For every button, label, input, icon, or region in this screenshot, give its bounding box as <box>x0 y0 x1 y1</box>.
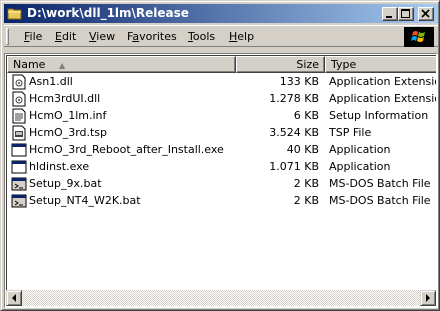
file-name: Setup_NT4_W2K.bat <box>29 194 141 207</box>
scroll-right-button[interactable] <box>420 290 436 306</box>
list-item[interactable]: Hcm3rdUI.dll 1.278 KB Application Extens… <box>7 90 436 107</box>
list-item[interactable]: Setup_9x.bat 2 KB MS-DOS Batch File <box>7 175 436 192</box>
inf-file-icon <box>12 108 26 124</box>
file-name: HcmO_1lm.inf <box>29 109 107 122</box>
tsp-file-icon <box>12 125 26 141</box>
list-item[interactable]: HcmO_1lm.inf 6 KB Setup Information <box>7 107 436 124</box>
file-size: 2 KB <box>293 177 319 190</box>
menu-bar: File Edit View Favorites Tools Help <box>4 25 438 47</box>
menu-edit[interactable]: Edit <box>55 30 76 43</box>
sort-ascending-icon: ▲ <box>58 61 66 70</box>
file-name: Asn1.dll <box>29 75 73 88</box>
list-item[interactable]: HcmO_3rd_Reboot_after_Install.exe 40 KB … <box>7 141 436 158</box>
menu-view[interactable]: View <box>89 30 115 43</box>
file-type: Application Extension <box>329 75 436 88</box>
window-title: D:\work\dll_1lm\Release <box>27 6 189 20</box>
dll-file-icon <box>12 74 26 90</box>
column-header: Name ▲ Size Type <box>7 56 436 73</box>
maximize-button[interactable] <box>398 7 414 21</box>
list-item[interactable]: Asn1.dll 133 KB Application Extension <box>7 73 436 90</box>
column-header-type[interactable]: Type <box>325 56 436 73</box>
file-name: HcmO_3rd_Reboot_after_Install.exe <box>29 143 224 156</box>
windows-logo-icon <box>404 27 434 47</box>
file-type: MS-DOS Batch File <box>329 177 431 190</box>
file-type: Application <box>329 143 391 156</box>
menu-favorites[interactable]: Favorites <box>127 30 177 43</box>
column-header-size[interactable]: Size <box>236 56 325 73</box>
title-bar[interactable]: D:\work\dll_1lm\Release <box>4 4 438 23</box>
exe-application-icon <box>11 160 27 174</box>
file-size: 1.278 KB <box>269 92 319 105</box>
exe-application-icon <box>11 143 27 157</box>
file-type: TSP File <box>329 126 372 139</box>
list-item[interactable]: hldinst.exe 1.071 KB Application <box>7 158 436 175</box>
column-header-name[interactable]: Name ▲ <box>7 56 236 73</box>
menu-file[interactable]: File <box>24 30 42 43</box>
file-size: 2 KB <box>293 194 319 207</box>
arrow-left-icon <box>12 294 16 302</box>
file-list-view[interactable]: Name ▲ Size Type Asn1.dll 133 KB Applica… <box>4 53 438 308</box>
file-size: 3.524 KB <box>269 126 319 139</box>
dll-file-icon <box>12 91 26 107</box>
file-type: MS-DOS Batch File <box>329 194 431 207</box>
list-item[interactable]: HcmO_3rd.tsp 3.524 KB TSP File <box>7 124 436 141</box>
file-size: 1.071 KB <box>269 160 319 173</box>
file-name: Hcm3rdUI.dll <box>29 92 101 105</box>
toolbar-grip[interactable] <box>6 28 9 45</box>
batch-file-icon <box>11 177 27 191</box>
minimize-button[interactable] <box>382 7 398 21</box>
close-icon <box>421 9 430 18</box>
maximize-icon <box>401 9 410 18</box>
file-name: Setup_9x.bat <box>29 177 102 190</box>
scrollbar-track[interactable] <box>22 290 420 306</box>
file-size: 133 KB <box>279 75 319 88</box>
file-type: Application Extension <box>329 92 436 105</box>
minimize-icon <box>386 16 392 18</box>
batch-file-icon <box>11 194 27 208</box>
scroll-left-button[interactable] <box>6 290 22 306</box>
file-size: 6 KB <box>293 109 319 122</box>
file-type: Setup Information <box>329 109 429 122</box>
list-item[interactable]: Setup_NT4_W2K.bat 2 KB MS-DOS Batch File <box>7 192 436 209</box>
close-button[interactable] <box>418 7 434 21</box>
file-type: Application <box>329 160 391 173</box>
menu-tools[interactable]: Tools <box>188 30 215 43</box>
arrow-right-icon <box>426 294 430 302</box>
file-size: 40 KB <box>286 143 319 156</box>
horizontal-scrollbar[interactable] <box>6 290 436 306</box>
file-name: HcmO_3rd.tsp <box>29 126 108 139</box>
menu-help[interactable]: Help <box>229 30 254 43</box>
explorer-window: D:\work\dll_1lm\Release File Edit View F… <box>0 0 440 311</box>
file-name: hldinst.exe <box>29 160 90 173</box>
folder-icon <box>7 8 22 20</box>
